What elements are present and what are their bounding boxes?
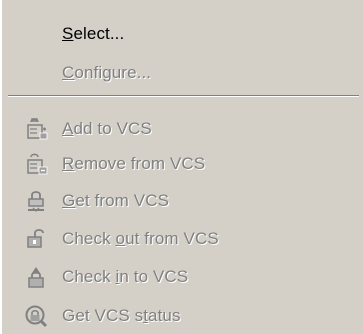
menu-item-check-in-to-vcs[interactable]: Check in to VCS (2, 259, 363, 295)
menu-item-add-to-vcs-label: Add to VCS (62, 119, 152, 138)
menu-separator (8, 95, 359, 97)
menu-item-get-vcs-status[interactable]: Get VCS status (2, 298, 363, 334)
menu-item-add-to-vcs[interactable]: Add to VCS (2, 111, 363, 147)
add-to-vcs-icon (27, 118, 48, 140)
get-from-vcs-icon (28, 191, 44, 212)
menu-item-remove-from-vcs[interactable]: Remove from VCS (2, 146, 363, 182)
menu-item-configure-label: Configure... (62, 63, 152, 82)
menu-item-remove-from-vcs-label: Remove from VCS (62, 154, 206, 173)
check-in-icon (28, 267, 44, 288)
menu-item-check-out-from-vcs[interactable]: Check out from VCS (2, 221, 363, 257)
remove-from-vcs-icon (27, 153, 48, 175)
vcs-context-menu: Select... Configure... Add to VCS Remove… (0, 0, 363, 334)
menu-item-get-from-vcs[interactable]: Get from VCS (2, 183, 363, 219)
menu-item-get-from-vcs-label: Get from VCS (62, 191, 170, 210)
menu-item-select[interactable]: Select... (2, 16, 363, 52)
vcs-status-icon (25, 305, 48, 328)
menu-item-configure[interactable]: Configure... (2, 55, 363, 91)
menu-item-select-label: Select... (62, 24, 125, 43)
menu-item-check-out-from-vcs-label: Check out from VCS (62, 229, 219, 248)
menu-item-get-vcs-status-label: Get VCS status (62, 306, 181, 325)
menu-item-check-in-to-vcs-label: Check in to VCS (62, 267, 189, 286)
check-out-icon (27, 229, 44, 248)
